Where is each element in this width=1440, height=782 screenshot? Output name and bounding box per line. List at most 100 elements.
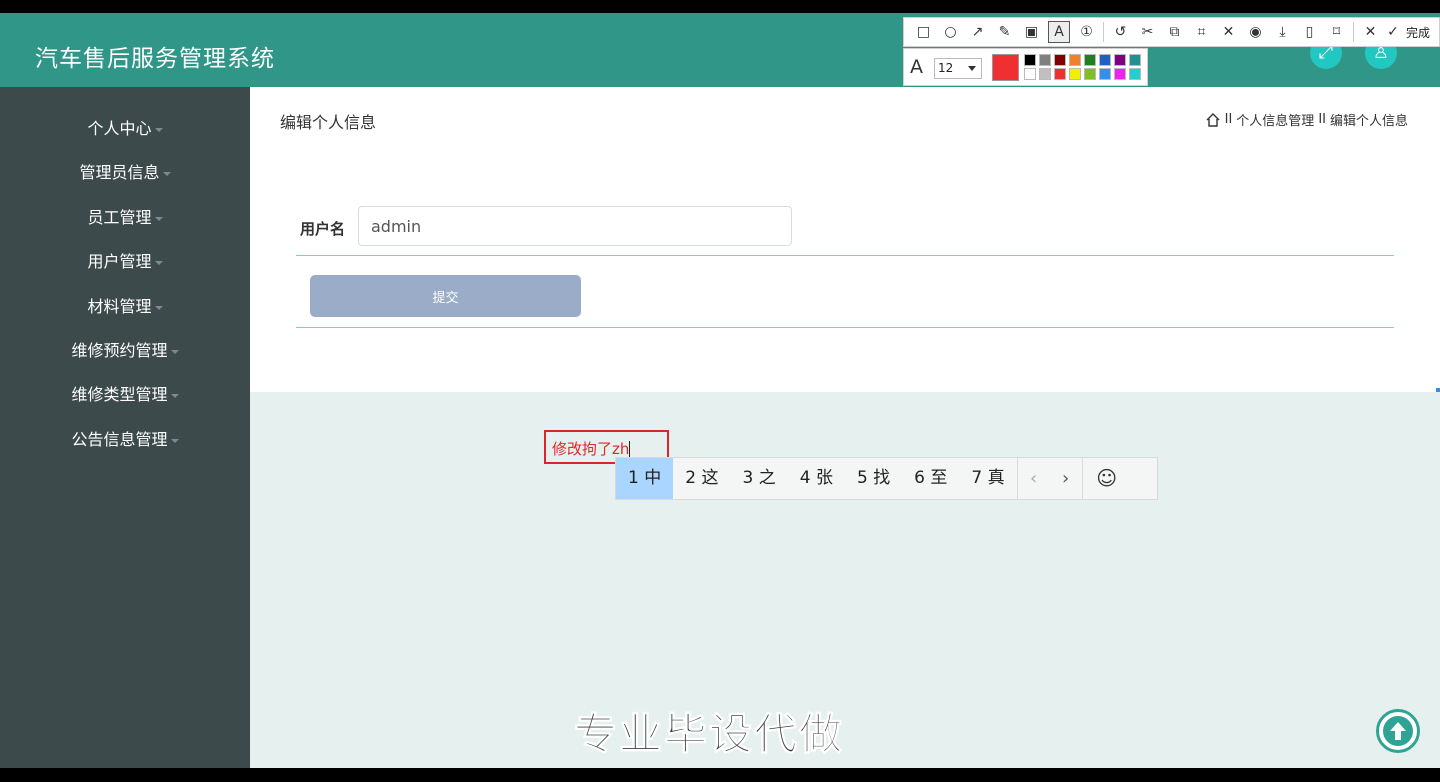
sidebar-item-label: 公告信息管理: [71, 430, 168, 449]
sidebar-item-label: 员工管理: [87, 208, 152, 227]
color-swatch[interactable]: [1099, 54, 1111, 66]
caret-down-icon: [154, 216, 163, 221]
scan-icon[interactable]: ⌗: [1188, 18, 1215, 46]
ime-candidate[interactable]: 4 张: [788, 458, 845, 499]
rectangle-icon[interactable]: □: [910, 18, 937, 46]
candidate-number: 5: [856, 468, 868, 488]
current-color-swatch[interactable]: [992, 54, 1019, 81]
submit-button[interactable]: 提交: [310, 275, 581, 317]
color-swatch[interactable]: [1024, 54, 1036, 66]
candidate-number: 4: [799, 468, 811, 488]
sidebar-item-announcements[interactable]: 公告信息管理: [0, 425, 250, 455]
prev-page-icon[interactable]: ‹: [1018, 458, 1050, 499]
edge-marker: [1436, 388, 1440, 392]
color-swatch[interactable]: [1084, 54, 1096, 66]
caret-down-icon: [154, 305, 163, 310]
breadcrumb-item[interactable]: 个人信息管理: [1236, 110, 1314, 129]
ime-candidate[interactable]: 5 找: [845, 458, 902, 499]
sidebar-item-label: 材料管理: [87, 297, 152, 316]
font-size-select[interactable]: 12: [934, 58, 982, 79]
breadcrumb-separator: II: [1224, 112, 1233, 127]
caret-down-icon: [154, 260, 163, 265]
sidebar-item-admins[interactable]: 管理员信息: [0, 158, 250, 188]
done-button[interactable]: 完成: [1406, 24, 1430, 41]
text-cursor: [629, 441, 631, 458]
sidebar-item-profile[interactable]: 个人中心: [0, 114, 250, 144]
color-swatch[interactable]: [1039, 54, 1051, 66]
ime-candidate[interactable]: 3 之: [730, 458, 787, 499]
app-title: 汽车售后服务管理系统: [35, 46, 275, 72]
color-swatch[interactable]: [1024, 68, 1036, 80]
sidebar-item-label: 维修类型管理: [71, 385, 168, 404]
candidate-number: 7: [971, 468, 983, 488]
sidebar-item-users[interactable]: 用户管理: [0, 247, 250, 277]
candidate-char: 中: [644, 468, 662, 488]
text-properties-panel: A 12: [903, 48, 1148, 86]
color-swatch[interactable]: [1054, 68, 1066, 80]
color-swatch[interactable]: [1069, 68, 1081, 80]
toolbar-separator: [1103, 22, 1104, 42]
mosaic-icon[interactable]: ▣: [1018, 18, 1045, 46]
caret-down-icon: [162, 171, 171, 176]
sidebar-item-materials[interactable]: 材料管理: [0, 292, 250, 322]
color-swatch[interactable]: [1099, 68, 1111, 80]
sidebar: 个人中心 管理员信息 员工管理 用户管理 材料管理 维修预约管理 维修类型管理 …: [0, 87, 250, 768]
ime-candidate[interactable]: 1 中: [616, 458, 674, 499]
arrow-icon[interactable]: ↗: [964, 18, 991, 46]
color-swatch[interactable]: [1129, 54, 1141, 66]
next-page-icon[interactable]: ›: [1050, 458, 1082, 499]
color-swatch[interactable]: [1114, 54, 1126, 66]
candidate-char: 这: [701, 468, 719, 488]
ime-candidate[interactable]: 6 至: [902, 458, 959, 499]
candidate-char: 之: [758, 468, 776, 488]
close-icon[interactable]: ✕: [1357, 18, 1384, 46]
ellipse-icon[interactable]: ○: [937, 18, 964, 46]
ime-candidate[interactable]: 2 这: [673, 458, 730, 499]
sidebar-item-label: 个人中心: [87, 119, 152, 138]
username-input[interactable]: [358, 206, 792, 246]
sidebar-item-label: 管理员信息: [79, 163, 160, 182]
number-marker-icon[interactable]: ①: [1073, 18, 1100, 46]
emoji-icon[interactable]: ☺: [1083, 458, 1131, 499]
sidebar-item-label: 维修预约管理: [71, 341, 168, 360]
candidate-number: 1: [628, 468, 639, 488]
chevron-down-icon: [968, 66, 976, 71]
candidate-number: 6: [914, 468, 925, 488]
candidate-char: 找: [873, 468, 891, 488]
undo-icon[interactable]: ↺: [1107, 18, 1134, 46]
phone-icon[interactable]: ▯: [1296, 18, 1323, 46]
candidate-number: 2: [685, 468, 697, 488]
pin-icon[interactable]: ✕: [1215, 18, 1242, 46]
font-icon: A: [910, 56, 923, 78]
color-swatch[interactable]: [1084, 68, 1096, 80]
breadcrumb-item[interactable]: 编辑个人信息: [1330, 110, 1408, 129]
breadcrumb-separator: II: [1318, 112, 1326, 127]
candidate-char: 真: [987, 468, 1005, 488]
caret-down-icon: [170, 349, 179, 354]
app-window: 汽车售后服务管理系统 ⤢ ♙ 个人中心 管理员信息 员工管理 用户管理 材料管理…: [0, 13, 1440, 768]
sidebar-item-repair-types[interactable]: 维修类型管理: [0, 380, 250, 410]
sidebar-item-staff[interactable]: 员工管理: [0, 203, 250, 233]
font-size-value: 12: [938, 61, 954, 75]
candidate-number: 3: [742, 468, 754, 488]
color-swatch[interactable]: [1039, 68, 1051, 80]
candidate-char: 张: [815, 468, 833, 488]
watermark-text: 专业毕设代做: [574, 710, 844, 761]
translate-icon[interactable]: ⧉: [1161, 18, 1188, 46]
check-icon[interactable]: ✓: [1384, 18, 1402, 46]
color-swatch[interactable]: [1129, 68, 1141, 80]
color-swatch[interactable]: [1069, 54, 1081, 66]
record-icon[interactable]: ◉: [1242, 18, 1269, 46]
pen-icon[interactable]: ✎: [991, 18, 1018, 46]
caret-down-icon: [154, 127, 163, 132]
bookmark-icon[interactable]: ⌑: [1323, 18, 1350, 46]
scissors-icon[interactable]: ✂: [1134, 18, 1161, 46]
color-swatch[interactable]: [1114, 68, 1126, 80]
text-tool-icon[interactable]: A: [1048, 21, 1070, 43]
home-icon[interactable]: [1205, 112, 1221, 128]
sidebar-item-repair-appointments[interactable]: 维修预约管理: [0, 336, 250, 366]
back-to-top-button[interactable]: [1376, 709, 1420, 753]
download-icon[interactable]: ⤓: [1269, 18, 1296, 46]
color-swatch[interactable]: [1054, 54, 1066, 66]
ime-candidate[interactable]: 7 真: [959, 458, 1016, 499]
